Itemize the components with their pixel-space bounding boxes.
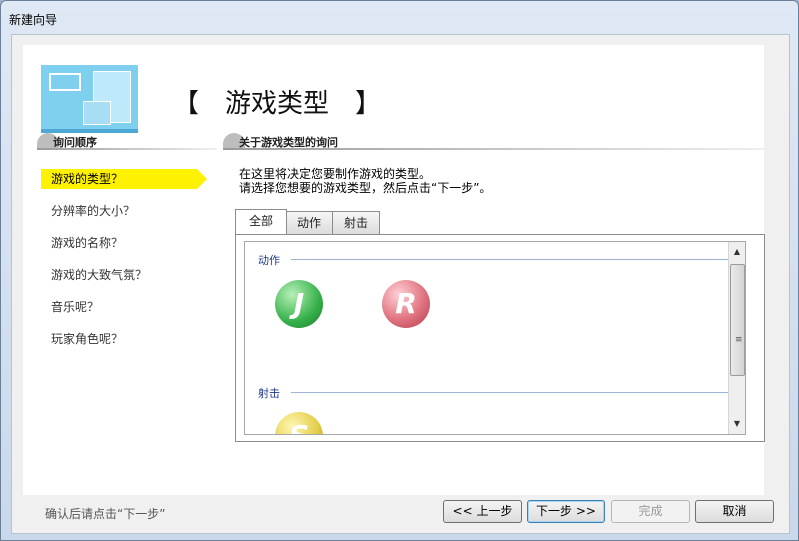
grip-icon: ≡ — [735, 335, 743, 345]
tab-label: 射击 — [343, 216, 368, 230]
wizard-frame: 【 游戏类型 】 询问顺序 游戏的类型？ 分辨率的大小？ 游戏的名称？ 游戏的大… — [11, 34, 790, 534]
tab-shooting[interactable]: 射击 — [332, 211, 380, 234]
step-label: 分辨率的大小？ — [51, 204, 136, 218]
game-type-list[interactable]: 动作 J R 射击 S ▲ — [244, 241, 746, 435]
step-item-game-type[interactable]: 游戏的类型？ — [41, 169, 207, 189]
finish-button[interactable]: 完成 — [611, 500, 690, 523]
step-label: 玩家角色呢？ — [51, 332, 124, 346]
prev-button[interactable]: << 上一步 — [443, 500, 522, 523]
group-label-shooting: 射击 — [258, 387, 280, 400]
group-divider — [291, 259, 731, 260]
r-game-icon[interactable]: R — [382, 280, 430, 328]
cancel-button[interactable]: 取消 — [695, 500, 774, 523]
tab-panel: 动作 J R 射击 S ▲ — [235, 234, 765, 442]
tab-all[interactable]: 全部 — [235, 209, 287, 234]
wizard-window: 新建向导 【 游戏类型 】 询问顺序 游戏的类型？ 分辨率的大小？ 游戏的名称？… — [0, 0, 799, 541]
scroll-thumb[interactable]: ≡ — [730, 264, 745, 376]
vertical-scrollbar[interactable]: ▲ ≡ ▼ — [728, 242, 745, 434]
banner-shape — [49, 73, 81, 91]
footer-hint: 确认后请点击“下一步” — [45, 507, 166, 521]
tab-label: 动作 — [296, 216, 321, 230]
j-game-icon[interactable]: J — [275, 280, 323, 328]
description-line: 请选择您想要的游戏类型，然后点击“下一步”。 — [239, 181, 492, 195]
step-label: 游戏的名称？ — [51, 236, 124, 250]
scroll-down-arrow-icon[interactable]: ▼ — [729, 416, 745, 432]
steps-header: 询问顺序 — [37, 133, 217, 150]
banner-shape — [83, 101, 111, 125]
s-game-icon[interactable]: S — [275, 412, 323, 434]
tab-label: 全部 — [248, 214, 273, 228]
question-header: 关于游戏类型的询问 — [223, 133, 773, 150]
title-bar[interactable]: 新建向导 — [1, 1, 798, 33]
scroll-up-arrow-icon[interactable]: ▲ — [729, 244, 745, 260]
divider — [223, 148, 773, 150]
icon-letter: R — [395, 287, 417, 320]
description-line: 在这里将决定您要制作游戏的类型。 — [239, 167, 432, 181]
step-item-game-name[interactable]: 游戏的名称？ — [41, 233, 207, 253]
icon-letter: J — [293, 287, 305, 320]
divider — [37, 148, 217, 150]
window-title: 新建向导 — [9, 13, 58, 27]
step-item-music[interactable]: 音乐呢？ — [41, 297, 207, 317]
tab-action[interactable]: 动作 — [285, 211, 333, 234]
step-item-atmosphere[interactable]: 游戏的大致气氛？ — [41, 265, 207, 285]
step-label: 游戏的类型？ — [51, 172, 124, 186]
description: 在这里将决定您要制作游戏的类型。 请选择您想要的游戏类型，然后点击“下一步”。 — [239, 167, 491, 195]
next-button[interactable]: 下一步 >> — [527, 500, 605, 523]
step-label: 音乐呢？ — [51, 300, 100, 314]
step-item-player-character[interactable]: 玩家角色呢？ — [41, 329, 207, 349]
step-item-resolution[interactable]: 分辨率的大小？ — [41, 201, 207, 221]
banner-image — [41, 65, 138, 133]
wizard-content: 【 游戏类型 】 询问顺序 游戏的类型？ 分辨率的大小？ 游戏的名称？ 游戏的大… — [23, 45, 773, 495]
page-title: 【 游戏类型 】 — [173, 89, 382, 119]
group-label-action: 动作 — [258, 254, 280, 267]
step-label: 游戏的大致气氛？ — [51, 268, 148, 282]
icon-letter: S — [289, 419, 309, 434]
group-divider — [291, 392, 731, 393]
